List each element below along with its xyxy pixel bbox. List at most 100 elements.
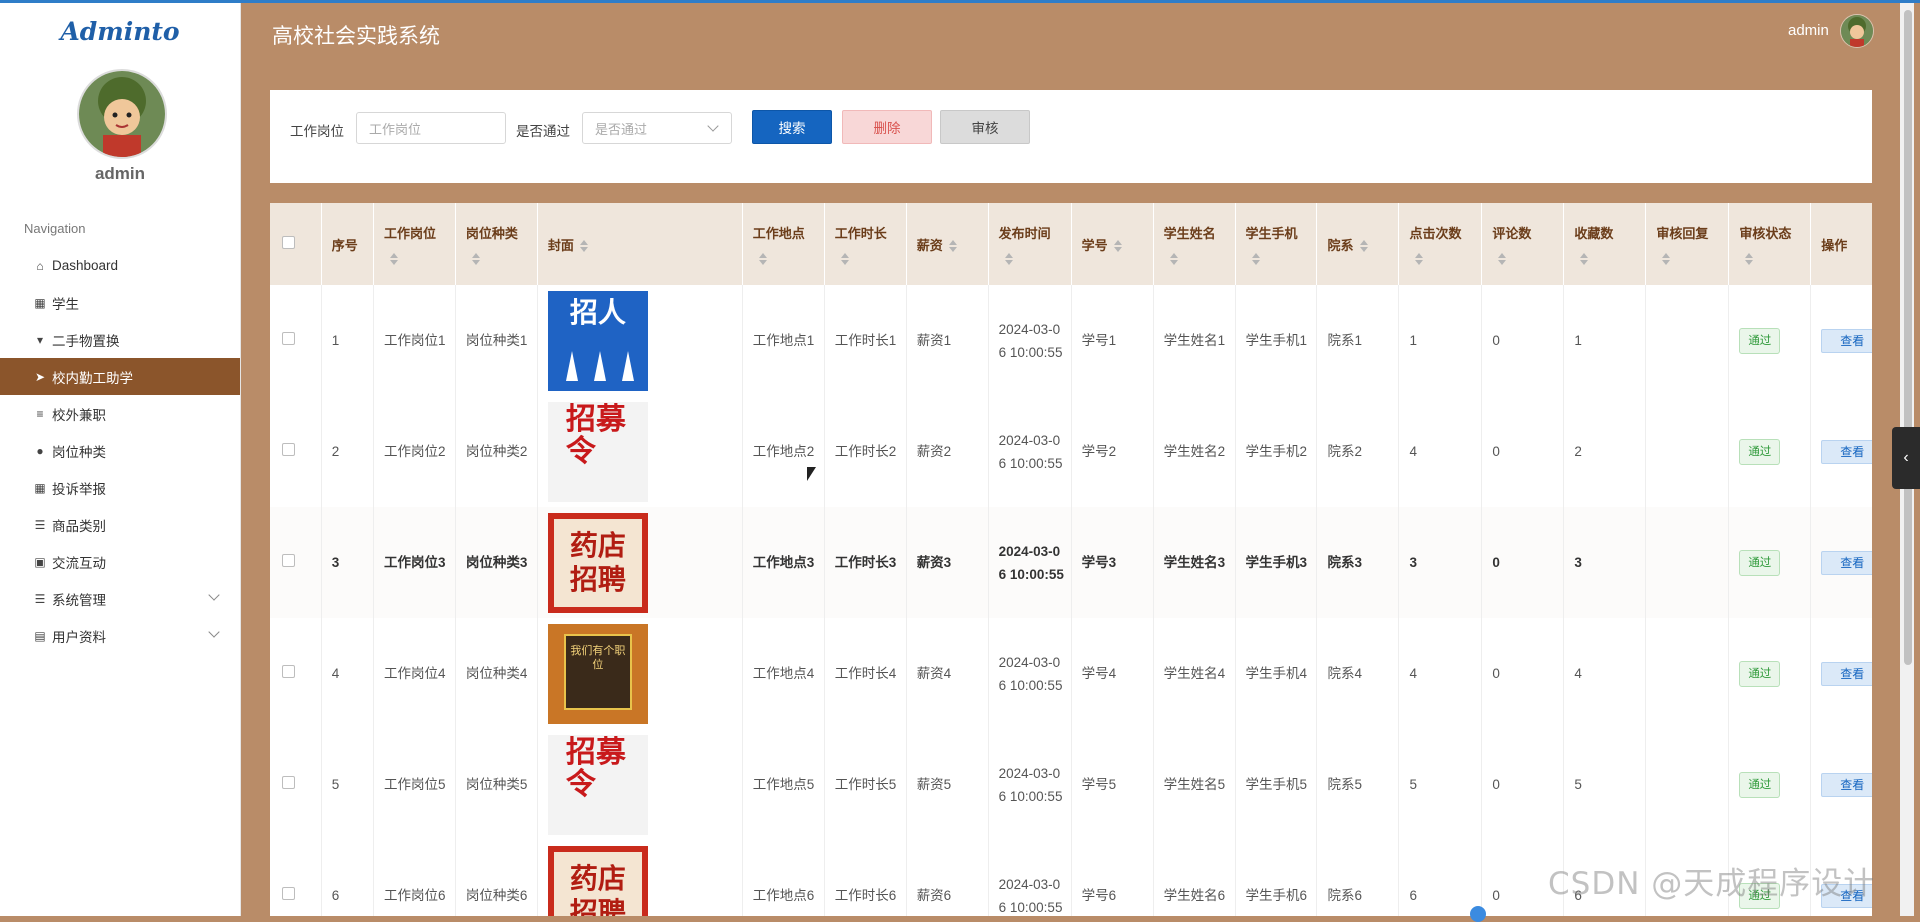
row-select-cell: [270, 507, 322, 618]
cover-image[interactable]: 药店招聘: [547, 512, 648, 613]
row-checkbox[interactable]: [282, 776, 295, 789]
delete-button[interactable]: 删除: [842, 110, 932, 144]
sidebar-item-dashboard[interactable]: ⌂ Dashboard: [0, 247, 240, 284]
avatar[interactable]: [77, 69, 167, 159]
chip-icon: ▣: [34, 554, 46, 569]
sidebar-item-part-time[interactable]: ≡ 校外兼职: [0, 395, 240, 432]
data-table: 序号 工作岗位 岗位种类 封面 工作地点 工作时长 薪资 发布时间 学号 学生姓…: [270, 203, 1872, 916]
cell-actions: 查看查: [1810, 618, 1872, 729]
view-button[interactable]: 查看: [1821, 772, 1872, 797]
pass-select[interactable]: 是否通过: [582, 112, 732, 144]
select-all-checkbox[interactable]: [282, 236, 295, 249]
header-username[interactable]: admin: [1788, 22, 1829, 39]
row-checkbox[interactable]: [282, 887, 295, 900]
table-row[interactable]: 1 工作岗位1 岗位种类1 招人 工作地点1 工作时长1 薪资1 2024-03…: [270, 285, 1872, 396]
cover-image[interactable]: 招人: [547, 290, 648, 391]
mouse-cursor-icon: [807, 467, 816, 481]
cover-image[interactable]: 招募令: [547, 734, 648, 835]
sidebar: Adminto admin Navigation ⌂ Dashboard ▦ 学生 …: [0, 3, 241, 916]
table-row[interactable]: 5 工作岗位5 岗位种类5 招募令 工作地点5 工作时长5 薪资5 2024-0…: [270, 729, 1872, 840]
cell-student-name: 学生姓名6: [1153, 840, 1236, 916]
column-header[interactable]: 学号: [1071, 203, 1154, 285]
search-panel: 工作岗位 工作岗位 是否通过 是否通过 搜索 删除 审核: [270, 90, 1872, 183]
brand-logo[interactable]: Adminto: [0, 17, 240, 46]
column-header[interactable]: 评论数: [1481, 203, 1565, 285]
column-header[interactable]: 序号: [321, 203, 374, 285]
cover-image[interactable]: 招募令: [547, 401, 648, 502]
cell-duration: 工作时长4: [824, 618, 907, 729]
status-badge: 通过: [1739, 327, 1781, 354]
column-header[interactable]: 审核状态: [1728, 203, 1812, 285]
cell-department: 院系2: [1316, 396, 1400, 507]
search-button[interactable]: 搜索: [752, 110, 832, 144]
view-button[interactable]: 查看: [1821, 328, 1872, 353]
sidebar-item-profile[interactable]: ▤ 用户资料: [0, 617, 240, 654]
column-header[interactable]: 工作地点: [742, 203, 825, 285]
sidebar-item-interaction[interactable]: ▣ 交流互动: [0, 543, 240, 580]
cell-position: 工作岗位6: [373, 840, 456, 916]
cell-time: 2024-03-06 10:00:55: [988, 729, 1072, 840]
row-select-cell: [270, 618, 322, 729]
column-header[interactable]: 收藏数: [1563, 203, 1647, 285]
sidebar-item-label: 交流互动: [52, 555, 106, 571]
column-header[interactable]: 封面: [537, 203, 743, 285]
column-header: 操作: [1810, 203, 1872, 285]
sidebar-item-work-study[interactable]: ➤ 校内勤工助学: [0, 358, 240, 395]
scrollbar-thumb[interactable]: [1904, 10, 1912, 665]
row-checkbox[interactable]: [282, 332, 295, 345]
cell-category: 岗位种类6: [455, 840, 538, 916]
cell-position: 工作岗位1: [373, 285, 456, 396]
column-header[interactable]: 工作时长: [824, 203, 907, 285]
column-header[interactable]: 学生手机: [1235, 203, 1318, 285]
column-header[interactable]: 点击次数: [1398, 203, 1483, 285]
top-accent-bar: [0, 0, 1920, 3]
header-label: 审核回复: [1656, 226, 1709, 241]
page-title: 高校社会实践系统: [272, 25, 440, 48]
audit-button[interactable]: 审核: [940, 110, 1030, 144]
cover-image[interactable]: 药店招聘: [547, 845, 648, 916]
cover-image[interactable]: 我们有个职位: [547, 623, 648, 724]
sidebar-item-job-category[interactable]: ● 岗位种类: [0, 432, 240, 469]
header-label: 评论数: [1492, 226, 1532, 241]
sidebar-item-label: 用户资料: [52, 629, 106, 645]
row-checkbox[interactable]: [282, 443, 295, 456]
column-header[interactable]: 岗位种类: [455, 203, 538, 285]
column-header[interactable]: 工作岗位: [373, 203, 456, 285]
cell-reply: [1645, 729, 1730, 840]
column-header[interactable]: 审核回复: [1645, 203, 1730, 285]
row-select-cell: [270, 729, 322, 840]
sidebar-item-system[interactable]: ☰ 系统管理: [0, 580, 240, 617]
view-button[interactable]: 查看: [1821, 550, 1872, 575]
sidebar-item-students[interactable]: ▦ 学生: [0, 284, 240, 321]
column-header[interactable]: 发布时间: [988, 203, 1072, 285]
scroll-indicator[interactable]: [1470, 906, 1486, 922]
table-row[interactable]: 3 工作岗位3 岗位种类3 药店招聘 工作地点3 工作时长3 薪资3 2024-…: [270, 507, 1872, 618]
cell-student-name: 学生姓名1: [1153, 285, 1236, 396]
cell-comments: 0: [1481, 396, 1565, 507]
position-search-input[interactable]: 工作岗位: [356, 112, 506, 144]
row-checkbox[interactable]: [282, 665, 295, 678]
select-all-cell: [270, 203, 322, 285]
header-label: 工作时长: [834, 226, 887, 241]
row-select-cell: [270, 396, 322, 507]
table-row[interactable]: 2 工作岗位2 岗位种类2 招募令 工作地点2 工作时长2 薪资2 2024-0…: [270, 396, 1872, 507]
column-header[interactable]: 院系: [1316, 203, 1400, 285]
column-header[interactable]: 薪资: [906, 203, 989, 285]
view-button[interactable]: 查看: [1821, 661, 1872, 686]
cell-reply: [1645, 285, 1730, 396]
table-row[interactable]: 4 工作岗位4 岗位种类4 我们有个职位 工作地点4 工作时长4 薪资4 202…: [270, 618, 1872, 729]
header-avatar[interactable]: [1840, 14, 1874, 48]
cell-clicks: 6: [1398, 840, 1483, 916]
header-label: 审核状态: [1739, 226, 1792, 241]
sidebar-item-goods-category[interactable]: ☰ 商品类别: [0, 506, 240, 543]
cell-duration: 工作时长5: [824, 729, 907, 840]
cell-actions: 查看查: [1810, 729, 1872, 840]
cell-student-id: 学号1: [1071, 285, 1154, 396]
row-checkbox[interactable]: [282, 554, 295, 567]
column-header[interactable]: 学生姓名: [1153, 203, 1236, 285]
sidebar-item-secondhand[interactable]: ▾ 二手物置换: [0, 321, 240, 358]
view-button[interactable]: 查看: [1821, 439, 1872, 464]
sidebar-item-complaints[interactable]: ▦ 投诉举报: [0, 469, 240, 506]
header-label: 岗位种类: [465, 226, 518, 241]
chevron-left-icon[interactable]: ‹: [1892, 427, 1920, 489]
